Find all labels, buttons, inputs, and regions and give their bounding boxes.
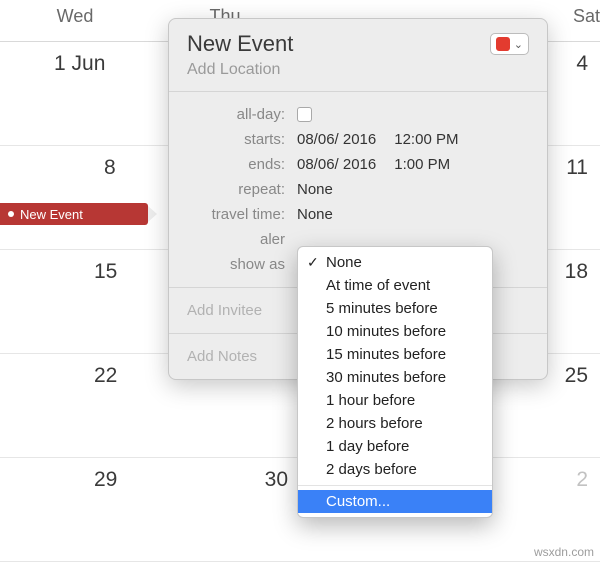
event-title-input[interactable]: New Event (187, 31, 293, 57)
chevron-down-icon: ⌄ (514, 38, 523, 51)
allday-checkbox[interactable] (297, 107, 312, 122)
day-cell[interactable]: 8 (0, 146, 150, 250)
alert-option-2hours[interactable]: 2 hours before (298, 412, 492, 435)
alert-dropdown-menu[interactable]: None At time of event 5 minutes before 1… (297, 246, 493, 518)
show-as-label: show as (187, 256, 297, 273)
allday-label: all-day: (187, 106, 297, 123)
starts-time-field[interactable]: 12:00 PM (394, 131, 458, 148)
travel-time-label: travel time: (187, 206, 297, 223)
calendar-event-chip[interactable]: New Event (0, 203, 148, 225)
alert-option-custom[interactable]: Custom... (298, 490, 492, 513)
ends-label: ends: (187, 156, 297, 173)
day-cell[interactable]: 30 (150, 458, 300, 562)
alert-option-time-of-event[interactable]: At time of event (298, 274, 492, 297)
starts-label: starts: (187, 131, 297, 148)
alert-option-1day[interactable]: 1 day before (298, 435, 492, 458)
divider (298, 485, 492, 486)
repeat-label: repeat: (187, 181, 297, 198)
travel-time-select[interactable]: None (297, 206, 333, 223)
day-header-wed: Wed (0, 0, 150, 42)
day-cell[interactable]: 1 Jun (0, 42, 150, 146)
alert-option-15min[interactable]: 15 minutes before (298, 343, 492, 366)
starts-date-field[interactable]: 08/06/ 2016 (297, 131, 376, 148)
alert-option-1hour[interactable]: 1 hour before (298, 389, 492, 412)
day-cell[interactable]: 15 (0, 250, 150, 354)
day-cell[interactable]: 22 (0, 354, 150, 458)
color-swatch-icon (496, 37, 510, 51)
alert-option-10min[interactable]: 10 minutes before (298, 320, 492, 343)
day-cell[interactable]: 29 (0, 458, 150, 562)
watermark: wsxdn.com (534, 545, 594, 559)
location-input[interactable]: Add Location (187, 61, 529, 79)
event-chip-label: New Event (20, 207, 83, 222)
alert-option-2days[interactable]: 2 days before (298, 458, 492, 481)
repeat-select[interactable]: None (297, 181, 333, 198)
calendar-color-picker[interactable]: ⌄ (490, 33, 529, 55)
alert-label: aler (187, 231, 297, 248)
ends-time-field[interactable]: 1:00 PM (394, 156, 450, 173)
alert-option-none[interactable]: None (298, 251, 492, 274)
alert-option-30min[interactable]: 30 minutes before (298, 366, 492, 389)
alert-option-5min[interactable]: 5 minutes before (298, 297, 492, 320)
ends-date-field[interactable]: 08/06/ 2016 (297, 156, 376, 173)
